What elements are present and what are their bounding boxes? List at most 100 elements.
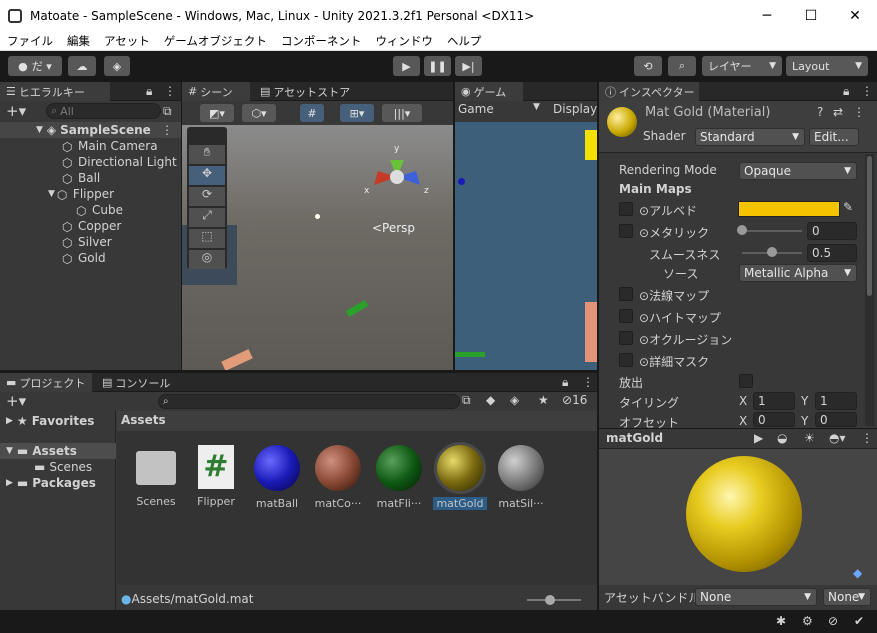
tab-console[interactable]: ▤ コンソール [96,373,176,392]
tiling-y-field[interactable]: 1 [815,392,857,410]
list-item[interactable]: ⬡ Cube [76,202,123,218]
scrollbar[interactable] [865,154,874,426]
hidden-count[interactable]: ⊘16 [562,393,587,407]
filter-icon[interactable]: ⧉ [163,104,172,119]
type-filter-icon[interactable]: ◆ [486,393,495,407]
cache-icon[interactable]: ⊘ [828,614,838,628]
check-icon[interactable]: ✔ [854,614,864,628]
shader-dropdown[interactable]: Standard ▼ [695,128,805,146]
collab-icon[interactable]: ◈ [104,56,130,76]
project-search-input[interactable]: ⌕ [158,394,460,409]
rendering-mode-dropdown[interactable]: Opaque ▼ [739,162,857,180]
minimize-button[interactable]: ─ [745,0,789,31]
scenes-item[interactable]: ▬ Scenes [34,459,92,475]
draw-mode-icon[interactable]: ◩▾ [200,104,234,122]
close-button[interactable]: ✕ [833,0,877,31]
detail-mask-slot[interactable] [619,353,633,367]
preset-icon[interactable]: ⇄ [833,105,843,119]
height-map-slot[interactable] [619,309,633,323]
kebab-menu-icon[interactable]: ⋮ [164,84,176,98]
source-dropdown[interactable]: Metallic Alpha ▼ [739,264,857,282]
material-preview-sphere[interactable] [686,456,802,572]
menu-assets[interactable]: アセット [97,33,157,49]
asset-tile[interactable]: # Flipper [186,445,246,508]
metallic-texture-slot[interactable] [619,224,633,238]
bug-icon[interactable]: ✱ [776,614,786,628]
edit-shader-button[interactable]: Edit... [809,128,859,146]
audio-icon[interactable]: |||▾ [382,104,422,122]
cloud-icon[interactable]: ☁ [68,56,96,76]
snap-icon[interactable]: ⊞▾ [340,104,374,122]
occlusion-slot[interactable] [619,331,633,345]
game-view-dropdown[interactable]: Game [458,102,494,116]
step-button[interactable]: ▶| [455,56,482,76]
list-item[interactable]: ⬡ Silver [62,234,112,250]
light-preview-icon[interactable]: ☀ [804,431,815,445]
move-tool-icon[interactable]: ✥ [189,166,225,185]
tab-inspector[interactable]: ⓘ インスペクター [599,82,699,101]
menu-edit[interactable]: 編集 [60,33,97,49]
scene-gizmo[interactable]: y x z [362,135,432,215]
list-item[interactable]: ⬡ Directional Light [62,154,177,170]
tab-asset-store[interactable]: ▤ アセットストア [254,82,354,101]
lock-icon[interactable]: 🔒︎ [843,84,849,99]
metallic-field[interactable]: 0 [807,222,857,240]
star-icon[interactable]: ★ [538,393,549,407]
offset-x-field[interactable]: 0 [753,412,795,427]
menu-window[interactable]: ウィンドウ [368,33,440,49]
menu-help[interactable]: ヘルプ [440,33,489,49]
scale-tool-icon[interactable]: ⤢ [189,208,225,227]
kebab-menu-icon[interactable]: ⋮ [861,84,873,98]
maximize-button[interactable]: ☐ [789,0,833,31]
scene-viewport[interactable]: ✋︎ ✥ ⟳ ⤢ ⬚ ◎ y x z <Persp [182,125,453,370]
hand-tool-icon[interactable]: ✋︎ [189,145,225,164]
eyedropper-icon[interactable]: ✎ [843,200,853,214]
persp-label[interactable]: <Persp [372,221,415,235]
asset-tile[interactable]: matCo··· [308,445,368,510]
menu-file[interactable]: ファイル [0,33,60,49]
tab-scene[interactable]: # シーン [182,82,250,101]
list-item[interactable]: ⬡ Copper [62,218,121,234]
network-icon[interactable]: ⚙ [802,614,813,628]
shading-icon[interactable]: ⬡▾ [242,104,276,122]
asset-tile[interactable]: matFli··· [369,445,429,510]
packages-item[interactable]: ▶ ▬ Packages [6,475,96,491]
display-dropdown[interactable]: Display [553,102,597,116]
assets-item[interactable]: ▼ ▬ Assets [0,443,116,459]
tab-project[interactable]: ▬ プロジェクト [0,373,92,392]
asset-tile[interactable]: Scenes [126,445,186,508]
list-item[interactable]: ⬡ Ball [62,170,100,186]
lock-icon[interactable]: 🔒︎ [146,84,152,99]
kebab-menu-icon[interactable]: ⋮ [161,123,173,137]
menu-gameobject[interactable]: ゲームオブジェクト [157,33,274,49]
account-button[interactable]: ● だ ▾ [8,56,62,76]
rect-tool-icon[interactable]: ⬚ [189,229,225,248]
smoothness-field[interactable]: 0.5 [807,244,857,262]
search-icon[interactable]: ⌕ [668,56,696,76]
albedo-texture-slot[interactable] [619,202,633,216]
favorites-item[interactable]: ▶ ★ Favorites [6,413,94,429]
menu-component[interactable]: コンポーネント [274,33,369,49]
metallic-slider-handle[interactable] [737,225,747,235]
pause-button[interactable]: ❚❚ [424,56,451,76]
play-button[interactable]: ▶ [393,56,420,76]
help-icon[interactable]: ? [817,105,823,119]
history-icon[interactable]: ⟲ [634,56,662,76]
emission-checkbox[interactable] [739,374,753,388]
label-tag-icon[interactable]: ◆ [853,566,862,580]
scene-row[interactable]: ▼ ◈ SampleScene ⋮ [0,122,181,138]
kebab-menu-icon[interactable]: ⋮ [582,375,594,389]
list-item[interactable]: ⬡ Main Camera [62,138,158,154]
metallic-slider[interactable] [742,230,802,232]
tab-hierarchy[interactable]: ☰ ヒエラルキー [0,82,110,101]
asset-bundle-dropdown[interactable]: None ▼ [695,588,817,606]
asset-tile[interactable]: matBall [247,445,307,510]
layout-dropdown[interactable]: Layout ▼ [786,56,868,76]
list-item[interactable]: ⬡ Gold [62,250,106,266]
smoothness-slider-handle[interactable] [767,247,777,257]
list-item[interactable]: ▼ ⬡ Flipper [48,186,114,202]
kebab-menu-icon[interactable]: ⋮ [853,105,865,119]
add-icon[interactable]: +▾ [6,392,26,410]
offset-y-field[interactable]: 0 [815,412,857,427]
asset-variant-dropdown[interactable]: None ▼ [823,588,871,606]
